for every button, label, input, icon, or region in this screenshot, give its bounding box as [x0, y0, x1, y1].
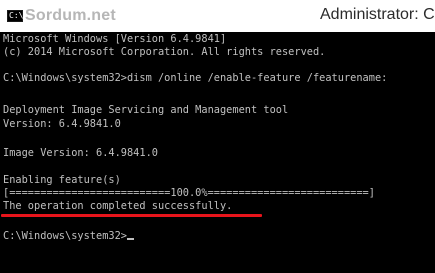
- console-prompt-line[interactable]: C:\Windows\system32>: [3, 230, 134, 242]
- window-title: Administrator: Co: [320, 6, 435, 23]
- console-line-command: C:\Windows\system32>dism /online /enable…: [3, 72, 388, 84]
- title-bar[interactable]: C:\_ Sordum.net Administrator: Co: [0, 0, 435, 32]
- console-line-copyright: (c) 2014 Microsoft Corporation. All righ…: [3, 46, 326, 58]
- console-prompt: C:\Windows\system32>: [3, 230, 127, 242]
- console-line-tool-name: Deployment Image Servicing and Managemen…: [3, 104, 289, 116]
- console-line-success: The operation completed successfully.: [3, 200, 233, 212]
- success-highlight-underline: [1, 214, 262, 217]
- text-cursor: [127, 238, 134, 240]
- cmd-icon[interactable]: C:\_: [7, 10, 28, 22]
- console-line-progress: [==========================100.0%=======…: [3, 187, 375, 199]
- console-line-version: Microsoft Windows [Version 6.4.9841]: [3, 33, 227, 45]
- console-output[interactable]: Microsoft Windows [Version 6.4.9841] (c)…: [0, 32, 435, 273]
- console-line-enabling: Enabling feature(s): [3, 174, 121, 186]
- console-window: C:\_ Sordum.net Administrator: Co Micros…: [0, 0, 435, 273]
- console-line-image-version: Image Version: 6.4.9841.0: [3, 147, 158, 159]
- watermark-text: Sordum.net: [25, 7, 116, 24]
- console-line-tool-version: Version: 6.4.9841.0: [3, 118, 121, 130]
